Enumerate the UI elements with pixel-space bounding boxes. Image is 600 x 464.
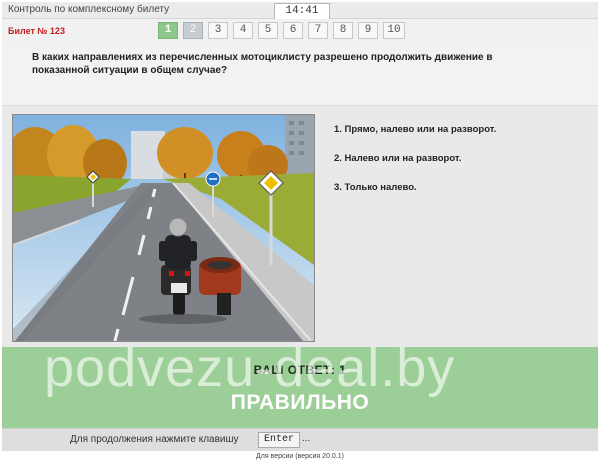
traffic-scene-image: [12, 114, 315, 342]
question-button-9[interactable]: 9: [358, 22, 378, 39]
window-title: Контроль по комплексному билету: [8, 4, 170, 15]
answer-option-1[interactable]: 1. Прямо, налево или на разворот.: [334, 124, 596, 153]
question-text: В каких направлениях из перечисленных мо…: [32, 52, 493, 76]
answer-option-2[interactable]: 2. Налево или на разворот.: [334, 153, 596, 182]
question-button-2[interactable]: 2: [183, 22, 203, 39]
question-navigation: 1 2 3 4 5 6 7 8 9 10: [158, 22, 405, 40]
answer-list: 1. Прямо, налево или на разворот. 2. Нал…: [334, 124, 596, 211]
ticket-bar: Билет № 123 1 2 3 4 5 6 7 8 9 10: [2, 19, 598, 43]
question-button-4[interactable]: 4: [233, 22, 253, 39]
question-content: 1. Прямо, налево или на разворот. 2. Нал…: [2, 106, 598, 347]
your-answer-label: ВАШ ОТВЕТ: 1: [253, 363, 347, 377]
question-button-8[interactable]: 8: [333, 22, 353, 39]
question-panel: В каких направлениях из перечисленных мо…: [2, 43, 598, 106]
ticket-number: Билет № 123: [8, 26, 65, 36]
countdown-timer: 14:41: [274, 3, 330, 20]
traffic-scene-illustration: [13, 115, 314, 341]
question-button-7[interactable]: 7: [308, 22, 328, 39]
exam-window: Контроль по комплексному билету 14:41 Би…: [0, 0, 600, 464]
question-button-3[interactable]: 3: [208, 22, 228, 39]
question-button-10[interactable]: 10: [383, 22, 405, 39]
ellipsis: ...: [302, 433, 311, 444]
enter-key-button[interactable]: Enter: [258, 432, 300, 448]
result-panel: ВАШ ОТВЕТ: 1 ПРАВИЛЬНО podvezu-deal.by: [2, 338, 598, 428]
verdict-text: ПРАВИЛЬНО: [230, 391, 370, 414]
version-label: Для версии (версия 20.0.1): [256, 453, 344, 460]
continue-hint: Для продолжения нажмите клавишу: [70, 434, 239, 445]
continue-bar: Для продолжения нажмите клавишу Enter ..…: [2, 428, 598, 451]
question-button-1[interactable]: 1: [158, 22, 178, 39]
answer-option-3[interactable]: 3. Только налево.: [334, 182, 596, 211]
question-button-6[interactable]: 6: [283, 22, 303, 39]
question-button-5[interactable]: 5: [258, 22, 278, 39]
